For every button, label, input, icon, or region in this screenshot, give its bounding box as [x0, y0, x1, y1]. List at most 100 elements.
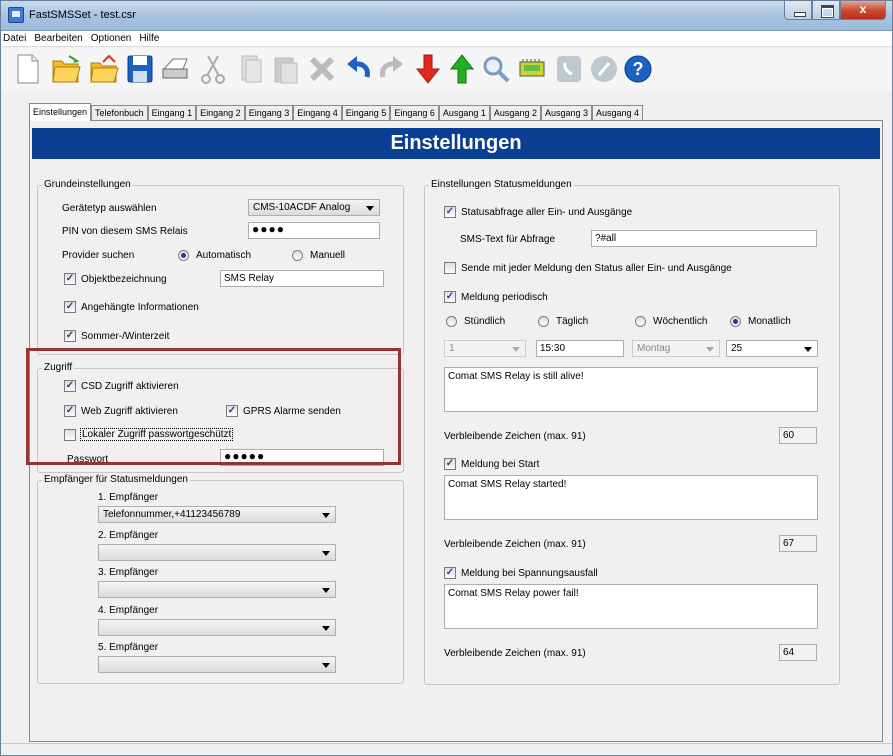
tab-eingang-2[interactable]: Eingang 2	[196, 105, 245, 121]
monatlich-radio[interactable]	[730, 316, 741, 327]
page-title: Einstellungen	[32, 128, 880, 159]
print-icon[interactable]	[161, 53, 191, 85]
periodisch-checkbox[interactable]	[444, 291, 456, 303]
hour-value: 1	[449, 343, 455, 354]
delete-icon[interactable]	[307, 53, 337, 85]
start-label: Meldung bei Start	[461, 459, 540, 470]
hour-select[interactable]: 1	[444, 340, 526, 357]
upload-icon[interactable]	[447, 53, 477, 85]
svg-text:?: ?	[633, 59, 644, 79]
sommer-checkbox[interactable]	[64, 330, 76, 342]
group-title: Empfänger für Statusmeldungen	[42, 474, 190, 485]
call-icon[interactable]	[589, 53, 619, 85]
new-icon[interactable]	[13, 53, 43, 85]
download-icon[interactable]	[413, 53, 443, 85]
woechentlich-radio[interactable]	[635, 316, 646, 327]
empfaenger-4-select[interactable]	[98, 619, 336, 636]
save-icon[interactable]	[125, 53, 155, 85]
open-icon[interactable]	[51, 53, 81, 85]
empfaenger-3-select[interactable]	[98, 581, 336, 598]
weekday-value: Montag	[637, 343, 671, 354]
device-type-select[interactable]: CMS-10ACDF Analog	[248, 199, 380, 216]
empfaenger-2-select[interactable]	[98, 544, 336, 561]
empfaenger-3-label: 3. Empfänger	[98, 567, 159, 578]
annotation-highlight-box	[26, 348, 401, 465]
empfaenger-1-value: Telefonnummer,+41123456789	[103, 509, 241, 520]
empfaenger-5-select[interactable]	[98, 656, 336, 673]
abfrage-label: Statusabfrage aller Ein- und Ausgänge	[461, 207, 633, 218]
paste-icon[interactable]	[271, 53, 301, 85]
smstext-label: SMS-Text für Abfrage	[460, 234, 556, 245]
tab-ausgang-2[interactable]: Ausgang 2	[489, 105, 541, 121]
sende-checkbox[interactable]	[444, 262, 456, 274]
app-icon	[8, 7, 24, 23]
menu-optionen[interactable]: Optionen	[91, 31, 132, 47]
rest2-label: Verbleibende Zeichen (max. 91)	[444, 539, 586, 550]
pin-field[interactable]: ●●●●	[248, 222, 380, 239]
provider-label: Provider suchen	[62, 250, 135, 261]
objekt-label: Objektbezeichnung	[81, 274, 167, 285]
tab-eingang-5[interactable]: Eingang 5	[341, 105, 391, 121]
tab-ausgang-4[interactable]: Ausgang 4	[592, 105, 644, 121]
monatlich-label: Monatlich	[748, 316, 791, 327]
tab-strip: Einstellungen Telefonbuch Eingang 1 Eing…	[29, 103, 644, 121]
provider-auto-radio[interactable]	[178, 250, 189, 261]
menu-datei[interactable]: Datei	[3, 31, 26, 47]
undo-icon[interactable]	[343, 53, 373, 85]
weekday-select[interactable]: Montag	[632, 340, 720, 357]
empfaenger-4-label: 4. Empfänger	[98, 605, 159, 616]
spannung-label: Meldung bei Spannungsausfall	[461, 568, 598, 579]
phone-icon[interactable]	[554, 53, 584, 85]
objekt-checkbox[interactable]	[64, 273, 76, 285]
close-button[interactable]: x	[840, 1, 886, 20]
cut-icon[interactable]	[198, 53, 228, 85]
provider-manual-label: Manuell	[310, 250, 346, 261]
tab-eingang-1[interactable]: Eingang 1	[147, 105, 197, 121]
tab-eingang-6[interactable]: Eingang 6	[390, 105, 439, 121]
copy-icon[interactable]	[235, 53, 265, 85]
menu-hilfe[interactable]: Hilfe	[139, 31, 159, 47]
rest3-label: Verbleibende Zeichen (max. 91)	[444, 648, 586, 659]
tab-eingang-3[interactable]: Eingang 3	[244, 105, 294, 121]
device-icon[interactable]	[517, 53, 547, 85]
device-type-label: Gerätetyp auswählen	[62, 203, 157, 214]
objekt-field[interactable]: SMS Relay	[220, 270, 384, 287]
rest2-counter: 67	[779, 535, 817, 552]
redo-icon[interactable]	[377, 53, 407, 85]
tab-eingang-4[interactable]: Eingang 4	[293, 105, 342, 121]
time-field[interactable]: 15:30	[536, 340, 624, 357]
smstext-field[interactable]: ?#all	[591, 230, 817, 247]
abfrage-checkbox[interactable]	[444, 206, 456, 218]
stuendlich-label: Stündlich	[464, 316, 506, 327]
periodic-message-field[interactable]: Comat SMS Relay is still alive!	[444, 367, 818, 412]
maximize-button[interactable]	[812, 1, 840, 20]
stuendlich-radio[interactable]	[446, 316, 457, 327]
start-checkbox[interactable]	[444, 458, 456, 470]
minimize-button[interactable]	[784, 1, 812, 20]
tab-ausgang-1[interactable]: Ausgang 1	[438, 105, 490, 121]
provider-manual-radio[interactable]	[292, 250, 303, 261]
tab-ausgang-3[interactable]: Ausgang 3	[540, 105, 593, 121]
tab-telefonbuch[interactable]: Telefonbuch	[91, 105, 148, 121]
taeglich-radio[interactable]	[538, 316, 549, 327]
status-bar	[1, 743, 892, 755]
info-label: Angehängte Informationen	[81, 302, 199, 313]
device-type-value: CMS-10ACDF Analog	[253, 202, 351, 213]
provider-auto-label: Automatisch	[196, 250, 252, 261]
menu-bearbeiten[interactable]: Bearbeiten	[34, 31, 82, 47]
empfaenger-1-select[interactable]: Telefonnummer,+41123456789	[98, 506, 336, 523]
monthday-select[interactable]: 25	[726, 340, 818, 357]
help-icon[interactable]: ?	[623, 53, 653, 85]
open-alt-icon[interactable]	[89, 53, 119, 85]
woechentlich-label: Wöchentlich	[653, 316, 708, 327]
info-checkbox[interactable]	[64, 301, 76, 313]
spannung-checkbox[interactable]	[444, 567, 456, 579]
group-title: Grundeinstellungen	[42, 179, 133, 190]
start-message-field[interactable]: Comat SMS Relay started!	[444, 475, 818, 520]
rest1-counter: 60	[779, 427, 817, 444]
search-icon[interactable]	[481, 53, 511, 85]
pin-label: PIN von diesem SMS Relais	[62, 226, 188, 237]
spannung-message-field[interactable]: Comat SMS Relay power fail!	[444, 584, 818, 629]
empfaenger-1-label: 1. Empfänger	[98, 492, 159, 503]
tab-einstellungen[interactable]: Einstellungen	[29, 103, 92, 121]
